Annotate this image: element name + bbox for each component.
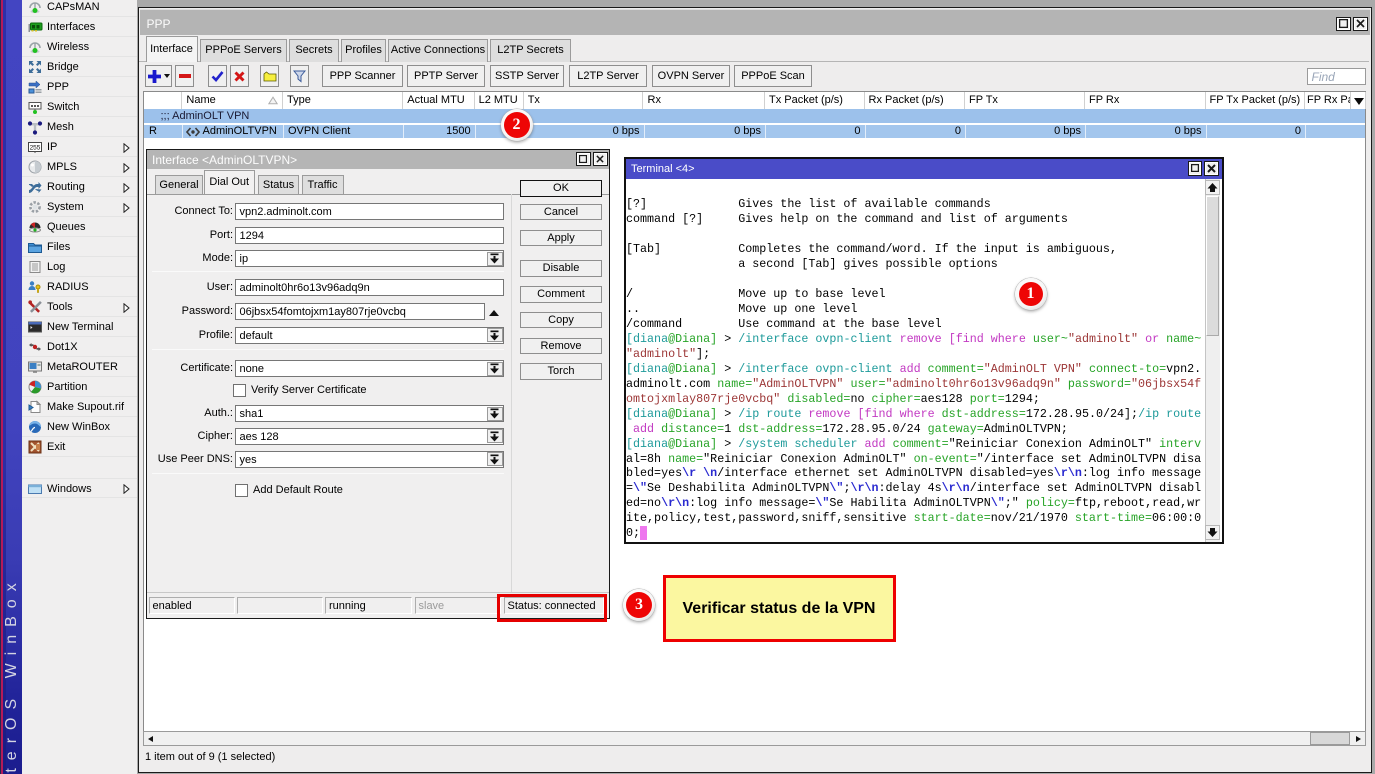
svg-text:255: 255 bbox=[30, 145, 41, 152]
